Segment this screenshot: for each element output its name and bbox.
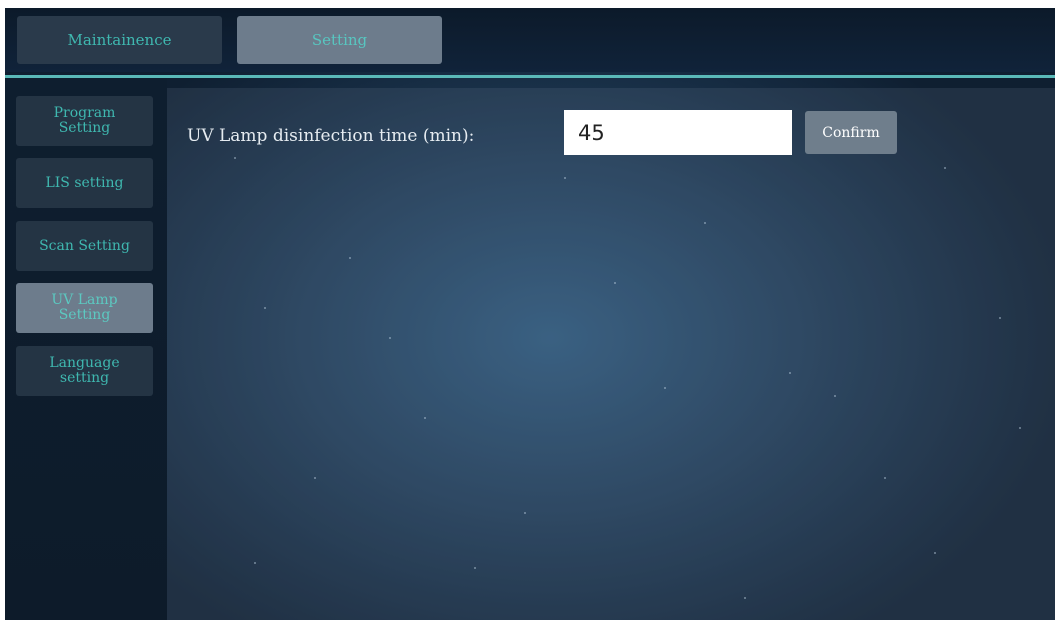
settings-sidebar: Program Setting LIS setting Scan Setting…: [5, 78, 167, 620]
sidebar-item-label: Program Setting: [53, 105, 116, 136]
sidebar-item-label: Scan Setting: [39, 237, 130, 254]
sidebar-item-language-setting[interactable]: Language setting: [16, 346, 153, 396]
uv-disinfection-time-label: UV Lamp disinfection time (min):: [187, 126, 475, 146]
uv-lamp-settings-panel: UV Lamp disinfection time (min): Confirm: [167, 88, 1055, 620]
sidebar-item-uv-lamp-setting[interactable]: UV Lamp Setting: [16, 283, 153, 333]
sidebar-item-program-setting[interactable]: Program Setting: [16, 96, 153, 146]
sidebar-item-scan-setting[interactable]: Scan Setting: [16, 221, 153, 271]
tab-setting[interactable]: Setting: [237, 16, 442, 64]
top-navigation-bar: Maintainence Setting: [5, 8, 1055, 72]
tab-maintainence[interactable]: Maintainence: [17, 16, 222, 64]
tab-maintainence-label: Maintainence: [67, 31, 172, 49]
uv-disinfection-time-input[interactable]: [564, 110, 792, 155]
confirm-button[interactable]: Confirm: [805, 111, 897, 154]
confirm-button-label: Confirm: [822, 124, 880, 141]
sidebar-item-label: UV Lamp Setting: [51, 292, 118, 323]
tab-setting-label: Setting: [311, 31, 368, 49]
sidebar-item-label: Language setting: [49, 355, 120, 386]
sidebar-item-label: LIS setting: [45, 174, 124, 191]
sidebar-item-lis-setting[interactable]: LIS setting: [16, 158, 153, 208]
app-screen: Maintainence Setting Program Setting LIS…: [5, 8, 1055, 620]
